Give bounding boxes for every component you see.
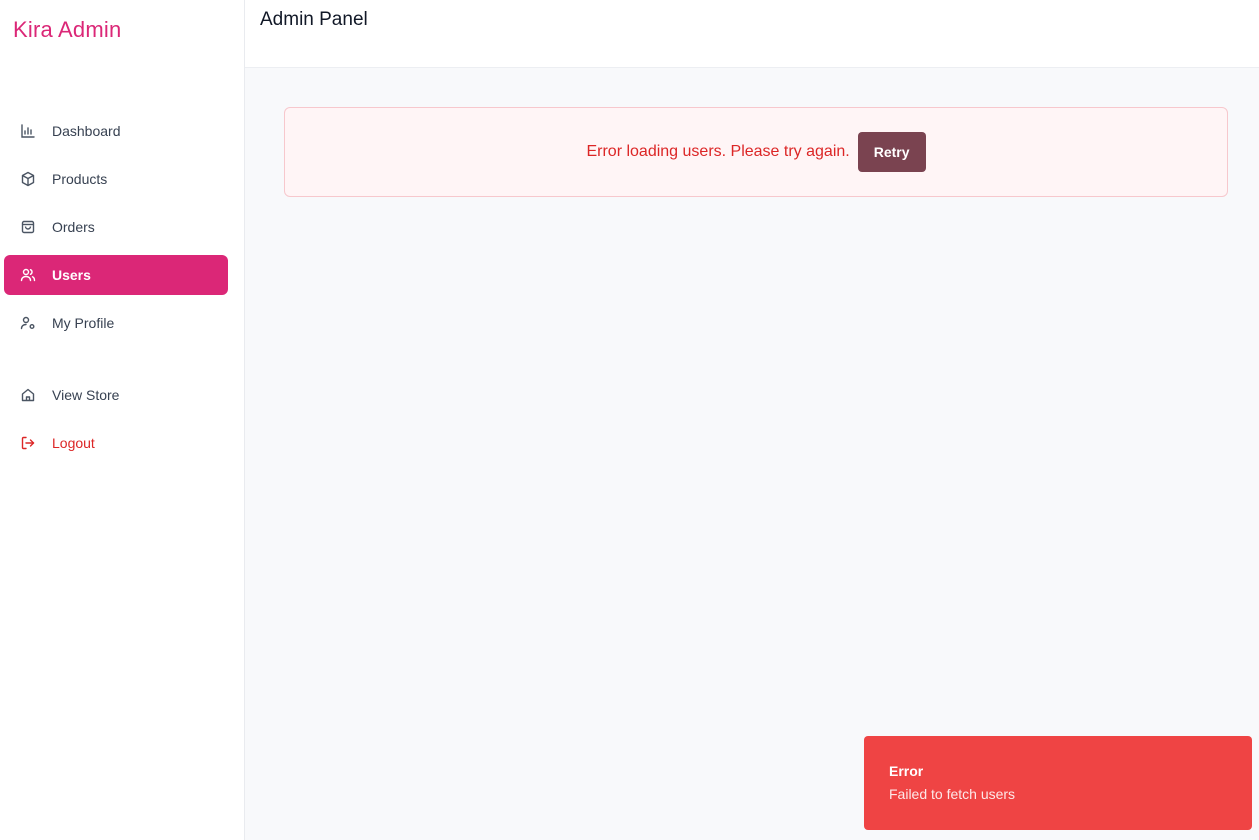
app-root: Kira Admin Dashboard Products Orders Use… (0, 0, 1259, 840)
brand-logo[interactable]: Kira Admin (13, 17, 121, 43)
logout-icon (20, 435, 36, 451)
sidebar-item-label: Users (52, 267, 91, 283)
sidebar-item-orders[interactable]: Orders (4, 207, 228, 247)
sidebar-item-label: Products (52, 171, 108, 187)
sidebar-item-label: Logout (52, 435, 95, 451)
toast-title: Error (889, 763, 924, 779)
sidebar-item-label: Dashboard (52, 123, 121, 139)
sidebar-item-label: My Profile (52, 315, 115, 331)
error-panel: Error loading users. Please try again. R… (284, 107, 1228, 197)
error-message: Error loading users. Please try again. (586, 143, 850, 160)
sidebar-item-users[interactable]: Users (4, 255, 228, 295)
top-header: Admin Panel (245, 0, 1259, 68)
package-icon (20, 171, 36, 187)
toast-message: Failed to fetch users (889, 786, 1016, 802)
shopping-bag-icon (20, 219, 36, 235)
sidebar-nav: Dashboard Products Orders Users My Profi… (4, 111, 228, 471)
sidebar-item-my-profile[interactable]: My Profile (4, 303, 228, 343)
users-icon (20, 267, 36, 283)
page-title: Admin Panel (260, 9, 368, 30)
main-content: Admin Panel Error loading users. Please … (245, 0, 1259, 840)
sidebar-item-view-store[interactable]: View Store (4, 375, 228, 415)
sidebar-item-dashboard[interactable]: Dashboard (4, 111, 228, 151)
retry-button[interactable]: Retry (857, 132, 926, 172)
home-icon (20, 387, 36, 403)
sidebar-item-label: View Store (52, 387, 120, 403)
sidebar-item-label: Orders (52, 219, 95, 235)
sidebar: Kira Admin Dashboard Products Orders Use… (0, 0, 245, 840)
sidebar-item-products[interactable]: Products (4, 159, 228, 199)
sidebar-item-logout[interactable]: Logout (4, 423, 228, 463)
bar-chart-icon (20, 123, 36, 139)
user-settings-icon (20, 315, 36, 331)
error-toast[interactable]: Error Failed to fetch users (864, 736, 1252, 830)
